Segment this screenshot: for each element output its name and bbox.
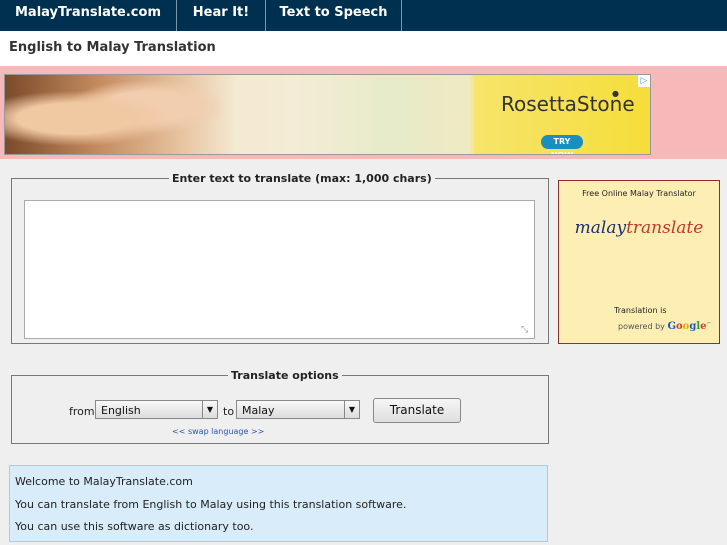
trademark-mark: ™ bbox=[706, 321, 712, 328]
translate-input-legend: Enter text to translate (max: 1,000 char… bbox=[172, 172, 432, 185]
site-logo: malaytranslate bbox=[559, 218, 719, 238]
nav-home-link[interactable]: MalayTranslate.com bbox=[0, 0, 176, 31]
from-label: from bbox=[69, 405, 95, 418]
powered-by: powered by Google™ bbox=[618, 321, 712, 332]
sidebar-promo: Free Online Malay Translator malaytransl… bbox=[558, 180, 720, 344]
powered-by-label: powered by bbox=[618, 322, 665, 331]
translation-note: Translation is bbox=[614, 306, 667, 315]
top-nav: MalayTranslate.com Hear It! Text to Spee… bbox=[0, 0, 727, 31]
ad-banner[interactable]: RosettaStone ● TRY NOW ▷ bbox=[4, 74, 651, 155]
nav-text-to-speech-link[interactable]: Text to Speech bbox=[266, 0, 401, 31]
nav-hear-it-link[interactable]: Hear It! bbox=[177, 0, 265, 31]
info-line: You can translate from English to Malay … bbox=[15, 498, 407, 511]
ad-photo bbox=[5, 75, 235, 154]
to-label: to bbox=[223, 405, 235, 418]
ad-brand-logo-icon: ● bbox=[612, 89, 619, 98]
logo-part-1: malay bbox=[574, 218, 627, 238]
to-language-value: Malay bbox=[242, 404, 275, 417]
info-line: You can use this software as dictionary … bbox=[15, 520, 254, 533]
translate-button[interactable]: Translate bbox=[373, 398, 461, 423]
chevron-down-icon[interactable]: ▼ bbox=[202, 401, 217, 418]
chevron-down-icon[interactable]: ▼ bbox=[344, 401, 359, 418]
translate-options-legend: Translate options bbox=[231, 369, 339, 382]
translate-options-group: Translate options from English ▼ to Mala… bbox=[11, 369, 549, 444]
resize-handle-icon[interactable]: ⤡ bbox=[521, 325, 528, 335]
info-box: Welcome to MalayTranslate.com You can tr… bbox=[9, 465, 548, 542]
from-language-select[interactable]: English ▼ bbox=[95, 400, 218, 419]
swap-language-link[interactable]: << swap language >> bbox=[172, 427, 264, 436]
ad-try-now-button[interactable]: TRY NOW bbox=[541, 135, 583, 154]
info-line: Welcome to MalayTranslate.com bbox=[15, 475, 193, 488]
from-language-value: English bbox=[101, 404, 141, 417]
to-language-select[interactable]: Malay ▼ bbox=[236, 400, 360, 419]
logo-part-2: translate bbox=[626, 218, 704, 238]
nav-divider bbox=[401, 0, 402, 31]
google-logo: Google bbox=[667, 321, 707, 332]
page-header: English to Malay Translation bbox=[0, 31, 727, 66]
source-text-input[interactable] bbox=[24, 200, 535, 339]
adchoices-icon[interactable]: ▷ bbox=[638, 75, 650, 87]
sidebar-title: Free Online Malay Translator bbox=[582, 189, 696, 198]
page-title: English to Malay Translation bbox=[9, 40, 216, 55]
translate-input-group: Enter text to translate (max: 1,000 char… bbox=[11, 172, 549, 344]
